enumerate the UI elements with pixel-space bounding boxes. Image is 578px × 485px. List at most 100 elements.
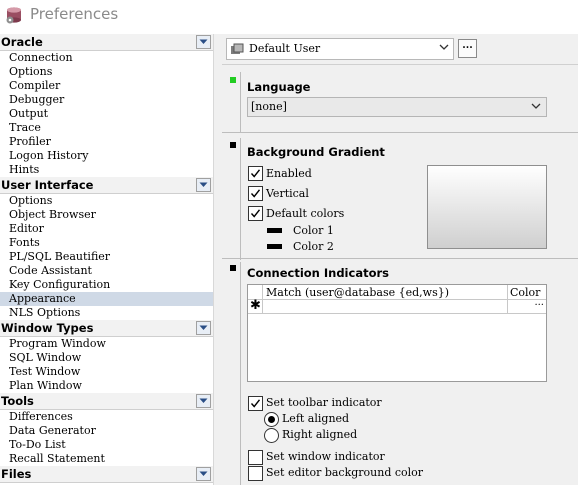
default-colors-label: Default colors	[266, 207, 345, 220]
color-picker-cell[interactable]: ...	[507, 297, 547, 313]
left-aligned-radio[interactable]	[264, 412, 279, 427]
color2-swatch[interactable]	[267, 244, 282, 249]
connection-title: Connection Indicators	[247, 266, 389, 280]
gradient-preview	[427, 165, 547, 249]
sidebar-item[interactable]: Hints	[0, 163, 213, 177]
sidebar-item[interactable]: Trace	[0, 121, 213, 135]
check-icon	[250, 399, 261, 408]
check-icon	[250, 169, 261, 178]
color1-swatch[interactable]	[267, 228, 282, 233]
sidebar-item[interactable]: Output	[0, 107, 213, 121]
color1-label: Color 1	[293, 224, 334, 237]
sidebar-item[interactable]: Differences	[0, 410, 213, 424]
sidebar-item[interactable]: Logon History	[0, 149, 213, 163]
window-title: Preferences	[30, 5, 119, 23]
sidebar-section-header[interactable]: Files	[0, 466, 213, 483]
section-marker	[230, 142, 236, 148]
collapse-button[interactable]	[196, 321, 211, 335]
chevron-down-icon	[199, 325, 208, 330]
sidebar-item[interactable]: Profiler	[0, 135, 213, 149]
set-window-indicator-label: Set window indicator	[266, 450, 385, 463]
sidebar-item[interactable]: Debugger	[0, 93, 213, 107]
sidebar-item[interactable]: Options	[0, 65, 213, 79]
section-divider	[222, 258, 578, 259]
sidebar-item[interactable]: PL/SQL Beautifier	[0, 250, 213, 264]
chevron-down-icon	[199, 471, 208, 476]
chevron-down-icon	[439, 44, 449, 50]
vertical-label: Vertical	[266, 187, 309, 200]
sidebar-item[interactable]: Key Configuration	[0, 278, 213, 292]
sidebar-section-label: User Interface	[1, 178, 94, 192]
connection-indicators-section: Connection Indicators Match (user@databa…	[222, 262, 578, 485]
sidebar-section-header[interactable]: User Interface	[0, 177, 213, 194]
enabled-checkbox[interactable]	[248, 166, 263, 181]
set-editor-bg-label: Set editor background color	[266, 466, 424, 479]
sidebar-item[interactable]: Editor	[0, 222, 213, 236]
user-icon	[231, 43, 244, 54]
sidebar-item[interactable]: Object Browser	[0, 208, 213, 222]
collapse-button[interactable]	[196, 35, 211, 49]
user-profile-label: Default User	[249, 42, 321, 55]
grid-corner	[248, 285, 263, 299]
set-toolbar-indicator-checkbox[interactable]	[248, 396, 263, 411]
sidebar-section-label: Oracle	[1, 35, 43, 49]
default-colors-checkbox[interactable]	[248, 206, 263, 221]
sidebar-item[interactable]: Connection	[0, 51, 213, 65]
section-line	[240, 72, 241, 132]
collapse-button[interactable]	[196, 178, 211, 192]
sidebar-item[interactable]: To-Do List	[0, 438, 213, 452]
sidebar-section-header[interactable]: Oracle	[0, 34, 213, 51]
grid-header: Match (user@database {ed,ws}) Color	[248, 285, 546, 300]
sidebar-item[interactable]: Code Assistant	[0, 264, 213, 278]
sidebar-item[interactable]: Plan Window	[0, 379, 213, 393]
language-section: Language [none]	[222, 72, 578, 132]
collapse-button[interactable]	[196, 467, 211, 481]
set-toolbar-indicator-label: Set toolbar indicator	[266, 396, 382, 409]
language-title: Language	[247, 80, 311, 94]
set-editor-bg-checkbox[interactable]	[248, 466, 263, 481]
sidebar-item[interactable]: Compiler	[0, 79, 213, 93]
color2-label: Color 2	[293, 240, 334, 253]
color-picker-button[interactable]: ...	[534, 297, 544, 308]
chevron-down-icon	[199, 398, 208, 403]
sidebar-item[interactable]: SQL Window	[0, 351, 213, 365]
sidebar-item[interactable]: Program Window	[0, 337, 213, 351]
title-bar: Preferences	[0, 0, 578, 30]
sidebar-section-label: Tools	[1, 394, 34, 408]
language-select[interactable]: [none]	[247, 97, 547, 117]
sidebar-item[interactable]: NLS Options	[0, 306, 213, 320]
sidebar-section-header[interactable]: Window Types	[0, 320, 213, 337]
profile-more-button[interactable]: ...	[458, 39, 477, 58]
background-gradient-section: Background Gradient Enabled Vertical Def…	[222, 138, 578, 260]
table-row[interactable]: ✱ ...	[248, 297, 547, 314]
collapse-button[interactable]	[196, 394, 211, 408]
chevron-down-icon	[531, 103, 541, 109]
sidebar-item[interactable]: Appearance	[0, 292, 213, 306]
chevron-down-icon	[199, 182, 208, 187]
section-line	[240, 262, 241, 485]
sidebar-section-label: Window Types	[1, 321, 94, 335]
section-divider	[222, 132, 578, 133]
sidebar-item[interactable]: Options	[0, 194, 213, 208]
app-icon	[6, 7, 21, 24]
sidebar-item[interactable]: Test Window	[0, 365, 213, 379]
right-aligned-label: Right aligned	[282, 428, 358, 441]
right-aligned-radio[interactable]	[264, 428, 279, 443]
sidebar-section-label: Files	[1, 467, 32, 481]
sidebar-item[interactable]: Fonts	[0, 236, 213, 250]
section-marker-active	[230, 77, 236, 83]
chevron-down-icon	[199, 39, 208, 44]
sidebar-item[interactable]: Data Generator	[0, 424, 213, 438]
enabled-label: Enabled	[266, 167, 312, 180]
user-profile-select[interactable]: Default User	[226, 38, 454, 60]
new-row-icon: ✱	[250, 298, 261, 313]
section-line	[240, 138, 241, 260]
col-match-header[interactable]: Match (user@database {ed,ws})	[266, 286, 449, 299]
connection-grid[interactable]: Match (user@database {ed,ws}) Color ✱ ..…	[247, 284, 547, 382]
set-window-indicator-checkbox[interactable]	[248, 450, 263, 465]
sidebar-item[interactable]: Recall Statement	[0, 452, 213, 466]
left-aligned-label: Left aligned	[282, 412, 350, 425]
preferences-tree: Oracle Connection Options Compiler Debugger O…	[0, 34, 213, 485]
vertical-checkbox[interactable]	[248, 186, 263, 201]
sidebar-section-header[interactable]: Tools	[0, 393, 213, 410]
